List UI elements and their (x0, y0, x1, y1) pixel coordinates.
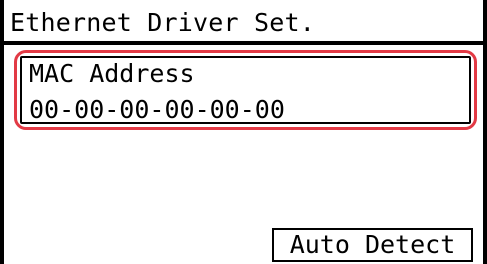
screen-right-border (483, 0, 487, 264)
auto-detect-button[interactable]: Auto Detect (272, 228, 473, 262)
lcd-screen: Ethernet Driver Set. MAC Address 00-00-0… (0, 0, 487, 264)
title-divider (4, 41, 483, 45)
mac-address-item[interactable]: MAC Address 00-00-00-00-00-00 (14, 50, 477, 130)
screen-left-border (0, 0, 4, 264)
mac-address-label: MAC Address (29, 59, 195, 88)
mac-address-value: 00-00-00-00-00-00 (29, 95, 285, 124)
page-title: Ethernet Driver Set. (10, 8, 316, 37)
